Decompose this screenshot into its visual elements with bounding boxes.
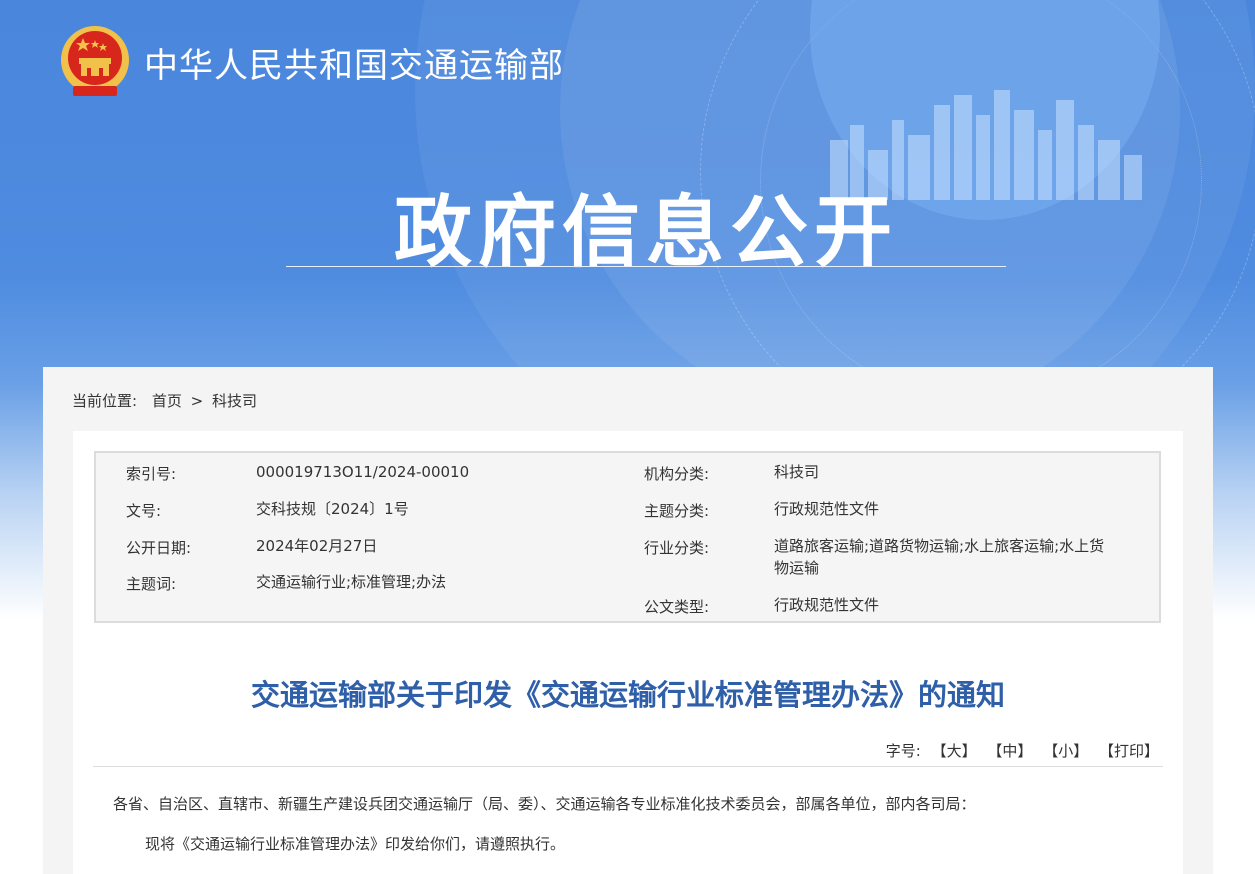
national-emblem-icon [61, 26, 129, 96]
meta-industry-value: 道路旅客运输;道路货物运输;水上旅客运输;水上货 [774, 537, 1105, 555]
font-medium-button[interactable]: 【中】 [987, 742, 1032, 760]
font-small-button[interactable]: 【小】 [1043, 742, 1088, 760]
meta-keywords-label: 主题词: [126, 575, 177, 593]
font-size-toolbar: 字号: 【大】 【中】 【小】 【打印】 [886, 740, 1159, 761]
meta-org-value: 科技司 [774, 463, 820, 481]
site-name[interactable]: 中华人民共和国交通运输部 [144, 38, 564, 87]
breadcrumb-separator: > [190, 392, 204, 410]
meta-index-label: 索引号: [126, 465, 177, 483]
font-size-label: 字号: [885, 742, 921, 760]
document-paragraph: 各省、自治区、直辖市、新疆生产建设兵团交通运输厅（局、委）、交通运输各专业标准化… [113, 795, 976, 813]
breadcrumb-home-link[interactable]: 首页 [152, 392, 182, 410]
meta-industry-value-cont: 物运输 [774, 559, 820, 577]
document-metadata-table: 索引号: 000019713O11/2024-00010 文号: 交科技规〔20… [94, 451, 1161, 623]
title-underline [286, 266, 1006, 267]
meta-topic-value: 行政规范性文件 [774, 500, 880, 518]
breadcrumb-prefix: 当前位置: [72, 392, 138, 410]
document-title: 交通运输部关于印发《交通运输行业标准管理办法》的通知 [250, 678, 1005, 712]
breadcrumb-current-link[interactable]: 科技司 [212, 392, 257, 410]
meta-keywords-value: 交通运输行业;标准管理;办法 [256, 573, 447, 591]
meta-topic-label: 主题分类: [644, 502, 710, 520]
font-large-button[interactable]: 【大】 [932, 742, 977, 760]
meta-doc-no-label: 文号: [126, 502, 162, 520]
print-button[interactable]: 【打印】 [1099, 742, 1159, 760]
breadcrumb: 当前位置: 首页 > 科技司 [72, 390, 261, 411]
meta-doc-no-value: 交科技规〔2024〕1号 [256, 500, 409, 518]
meta-date-value: 2024年02月27日 [256, 537, 378, 555]
meta-doc-type-value: 行政规范性文件 [774, 596, 880, 614]
title-divider [93, 766, 1163, 767]
meta-org-label: 机构分类: [644, 465, 710, 483]
meta-index-value: 000019713O11/2024-00010 [256, 463, 470, 481]
document-paragraph: 现将《交通运输行业标准管理办法》印发给你们，请遵照执行。 [145, 835, 566, 853]
meta-industry-label: 行业分类: [644, 539, 710, 557]
meta-doc-type-label: 公文类型: [644, 598, 710, 616]
meta-date-label: 公开日期: [126, 539, 192, 557]
